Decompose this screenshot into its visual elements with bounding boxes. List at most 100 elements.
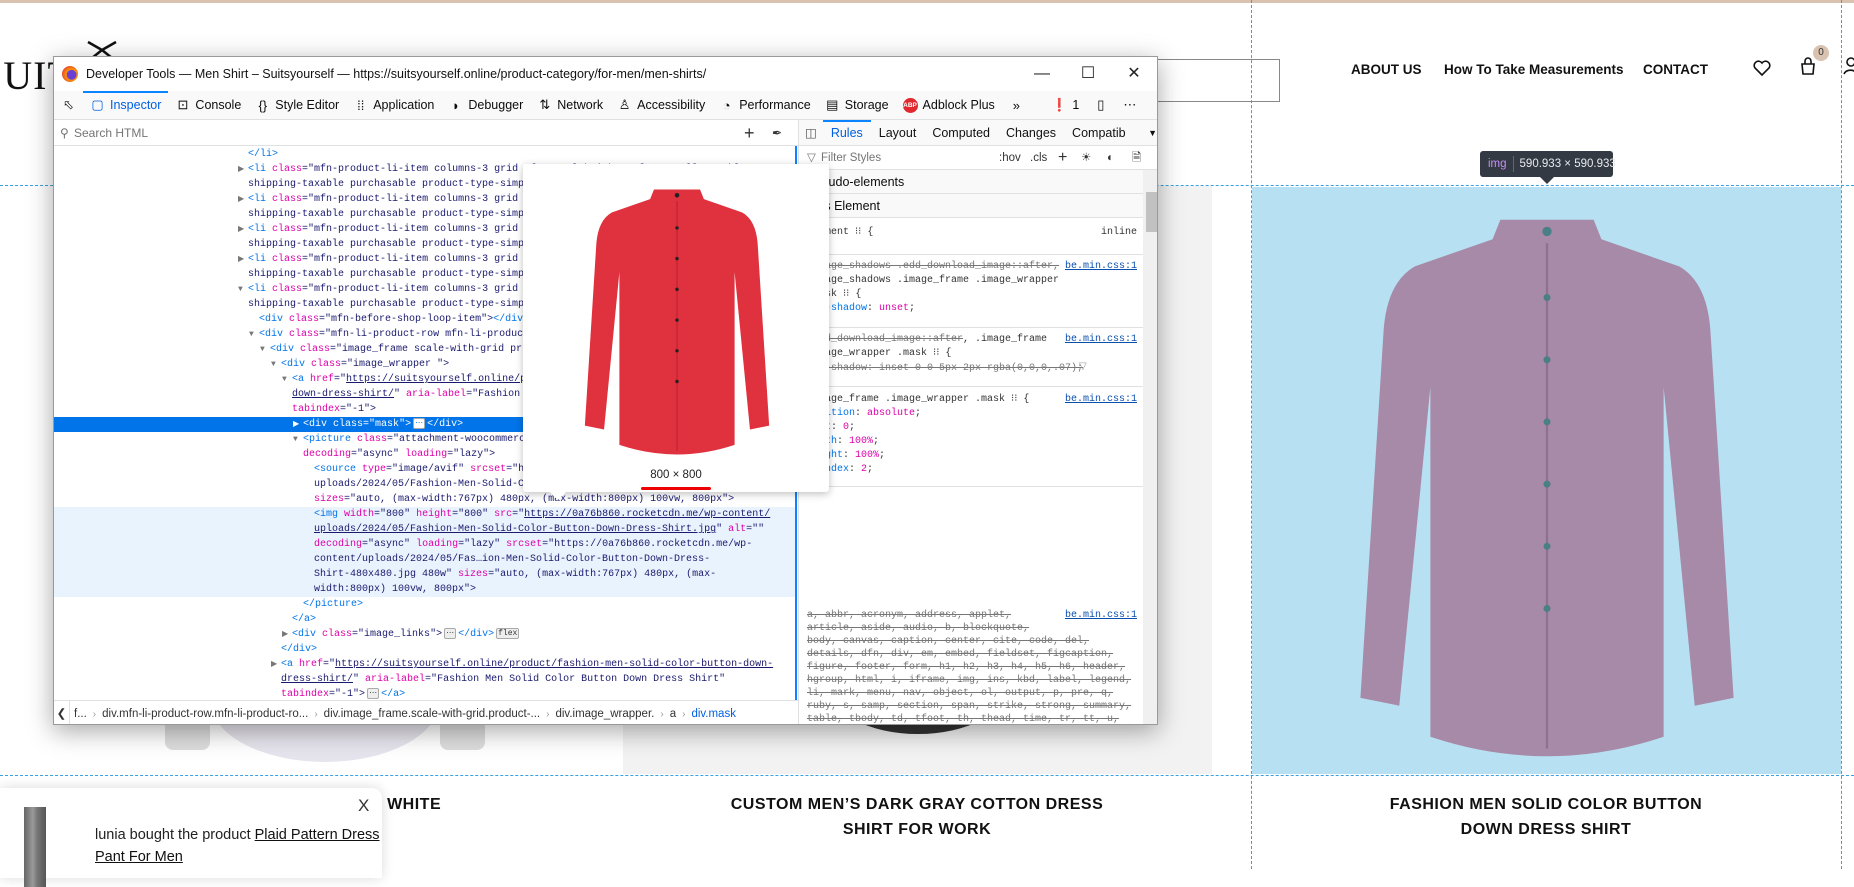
tab-network[interactable]: ⇅ Network (530, 91, 610, 120)
rule-selector[interactable]: hgroup, html, i, iframe, img, ins, kbd, … (807, 674, 1131, 688)
markup-token[interactable]: https://suitsyourself.online/product/fas… (335, 659, 773, 670)
node-badge[interactable]: ⋯ (444, 627, 457, 639)
tab-adblock-plus[interactable]: ABP Adblock Plus (896, 91, 1002, 120)
breadcrumb-item[interactable]: div.image_frame.scale-with-grid.product-… (324, 708, 540, 720)
devtools-titlebar[interactable]: Developer Tools — Men Shirt – Suitsyours… (54, 57, 1157, 91)
add-rule-button[interactable]: + (1058, 146, 1067, 170)
expand-arrow-icon[interactable]: ▶ (238, 252, 244, 267)
add-node-button[interactable]: + (744, 120, 755, 146)
expand-arrow-icon[interactable]: ▶ (293, 417, 299, 432)
responsive-mode-button[interactable]: ▯ (1086, 91, 1115, 120)
nav-about-us[interactable]: ABOUT US (1351, 62, 1422, 77)
notification-close-button[interactable]: X (358, 796, 369, 816)
rule-selector[interactable]: body, canvas, caption, center, cite, cod… (807, 635, 1089, 649)
markup-token[interactable]: down-dress-shirt/ (292, 389, 394, 400)
markup-node[interactable]: </div> (54, 642, 795, 657)
rule-source-link[interactable]: be.min.css:1 (1065, 393, 1137, 407)
markup-node[interactable]: uploads/2024/05/Fashion-Men-Solid-Color-… (54, 522, 795, 537)
tabs-dropdown-icon[interactable]: ▼ (1148, 120, 1157, 146)
rule-selector[interactable]: .image_shadows .image_frame .image_wrapp… (807, 274, 1059, 288)
pseudo-elements-header[interactable]: Pseudo-elements (799, 170, 1143, 194)
markup-token[interactable]: uploads/2024/05/Fashion-Men-Solid-Color-… (314, 524, 716, 535)
node-badge[interactable]: ⋯ (413, 417, 426, 429)
tab-layout[interactable]: Layout (871, 120, 925, 145)
collapse-arrow-icon[interactable]: ▼ (249, 327, 254, 342)
close-window-button[interactable]: ✕ (1111, 57, 1157, 91)
node-badge[interactable]: flex (496, 627, 520, 639)
nav-measurements[interactable]: How To Take Measurements (1444, 62, 1624, 77)
pants-thumbnail[interactable] (24, 807, 46, 887)
markup-node[interactable]: tabindex="-1"> ⋯ </a> (54, 687, 795, 700)
rule-selector[interactable]: details, dfn, div, em, embed, fieldset, … (807, 648, 1113, 662)
markup-token[interactable]: https://0a76b860.rocketcdn.me/wp-content… (524, 509, 770, 520)
collapse-arrow-icon[interactable]: ▼ (282, 372, 287, 387)
property-value[interactable]: 0 (843, 422, 849, 433)
breadcrumb-scroll-left[interactable]: ❮ (54, 701, 70, 724)
rule-selector[interactable]: figure, footer, form, h1, h2, h3, h4, h5… (807, 661, 1125, 675)
devtools-menu-button[interactable]: ⋯ (1115, 91, 1144, 120)
breadcrumb-item[interactable]: a (670, 708, 676, 720)
tab-changes[interactable]: Changes (998, 120, 1064, 145)
product-title-fashion-shirt[interactable]: FASHION MEN SOLID COLOR BUTTON DOWN DRESS… (1246, 792, 1846, 842)
rules-scrollbar[interactable] (1143, 170, 1157, 724)
light-scheme-icon[interactable]: ☀ (1081, 146, 1091, 170)
scrollbar-thumb[interactable] (1146, 192, 1157, 232)
expand-arrow-icon[interactable]: ▶ (238, 192, 244, 207)
rule-selector[interactable]: a, abbr, acronym, address, applet, (807, 609, 1011, 623)
property-value[interactable]: 100% (855, 450, 879, 461)
expand-arrow-icon[interactable]: ▶ (271, 657, 277, 672)
tab-style-editor[interactable]: {} Style Editor (248, 91, 346, 120)
tab-rules[interactable]: Rules (822, 120, 871, 145)
markup-node[interactable]: </picture> (54, 597, 795, 612)
rule-selector[interactable]: .image_shadows .edd_download_image::afte… (807, 260, 1059, 274)
more-tools-button[interactable]: » (1002, 91, 1031, 120)
nav-contact[interactable]: CONTACT (1643, 62, 1708, 77)
tab-computed[interactable]: Computed (924, 120, 998, 145)
tab-application[interactable]: ⁞⁞ Application (346, 91, 441, 120)
markup-node[interactable]: ▶ <div class="image_links"> ⋯ </div> flex (54, 627, 795, 642)
node-badge[interactable]: ⋯ (367, 687, 380, 699)
wishlist-heart-icon[interactable] (1753, 60, 1771, 76)
tab-compatibility[interactable]: Compatib (1064, 120, 1134, 145)
markup-node[interactable]: </a> (54, 612, 795, 627)
tab-accessibility[interactable]: ♙ Accessibility (610, 91, 712, 120)
tab-inspector[interactable]: ▢ Inspector (83, 90, 169, 120)
rule-selector[interactable]: ruby, s, samp, section, span, strike, st… (807, 700, 1131, 714)
tab-performance[interactable]: ◔ Performance (712, 91, 818, 120)
classes-button[interactable]: .cls (1030, 146, 1047, 170)
rule-declaration-overridden[interactable]: box-shadow: inset 0 0 5px 2px rgba(0,0,0… (807, 362, 1083, 376)
expand-arrow-icon[interactable]: ▶ (282, 627, 288, 642)
tab-console[interactable]: ⊡ Console (168, 91, 248, 120)
property-value[interactable]: unset (879, 303, 909, 314)
error-count-button[interactable]: ❗ 1 (1045, 91, 1087, 120)
maximize-button[interactable]: ☐ (1065, 57, 1111, 91)
element-picker-button[interactable]: ⬁ (54, 91, 83, 120)
collapse-arrow-icon[interactable]: ▼ (271, 357, 276, 372)
breadcrumb-item[interactable]: div.image_wrapper. (555, 708, 654, 720)
rule-source-link[interactable]: be.min.css:1 (1065, 609, 1137, 623)
user-account-icon[interactable] (1843, 56, 1854, 76)
markup-node[interactable]: decoding="async" loading="lazy" srcset="… (54, 537, 795, 552)
rule-selector[interactable]: .edd_download_image::after, .image_frame (807, 333, 1047, 347)
tab-debugger[interactable]: ◗ Debugger (441, 91, 530, 120)
rule-selector[interactable]: .image_frame .image_wrapper .mask ⁝⁝ { (807, 393, 1029, 407)
markup-node[interactable]: sizes="auto, (max-width:767px) 480px, (m… (54, 492, 795, 507)
search-html-input[interactable] (74, 124, 674, 142)
print-media-icon[interactable]: 🗎 (1132, 146, 1141, 170)
property-value[interactable]: absolute (867, 408, 915, 419)
expand-arrow-icon[interactable]: ▶ (238, 222, 244, 237)
hover-states-button[interactable]: :hov (999, 146, 1021, 170)
markup-node[interactable]: ▶ <a href="https://suitsyourself.online/p… (54, 657, 795, 672)
markup-node[interactable]: <img width="800" height="800" src="https… (54, 507, 795, 522)
breadcrumb-item[interactable]: div.mfn-li-product-row.mfn-li-product-ro… (102, 708, 308, 720)
filter-icon[interactable]: ▽ (1079, 361, 1087, 375)
cart-bag-icon[interactable] (1800, 56, 1816, 76)
property-value[interactable]: 100% (849, 436, 873, 447)
rule-selector[interactable]: article, aside, audio, b, blockquote, (807, 622, 1029, 636)
rule-source-link[interactable]: be.min.css:1 (1065, 260, 1137, 274)
highlighted-product-image[interactable] (1252, 187, 1841, 774)
product-title-dark-gray[interactable]: CUSTOM MEN’S DARK GRAY COTTON DRESS SHIRT… (617, 792, 1217, 842)
markup-node[interactable]: </li> (54, 147, 795, 162)
collapse-arrow-icon[interactable]: ▼ (238, 282, 243, 297)
rule-selector[interactable]: table, tbody, td, tfoot, th, thead, time… (807, 713, 1119, 724)
